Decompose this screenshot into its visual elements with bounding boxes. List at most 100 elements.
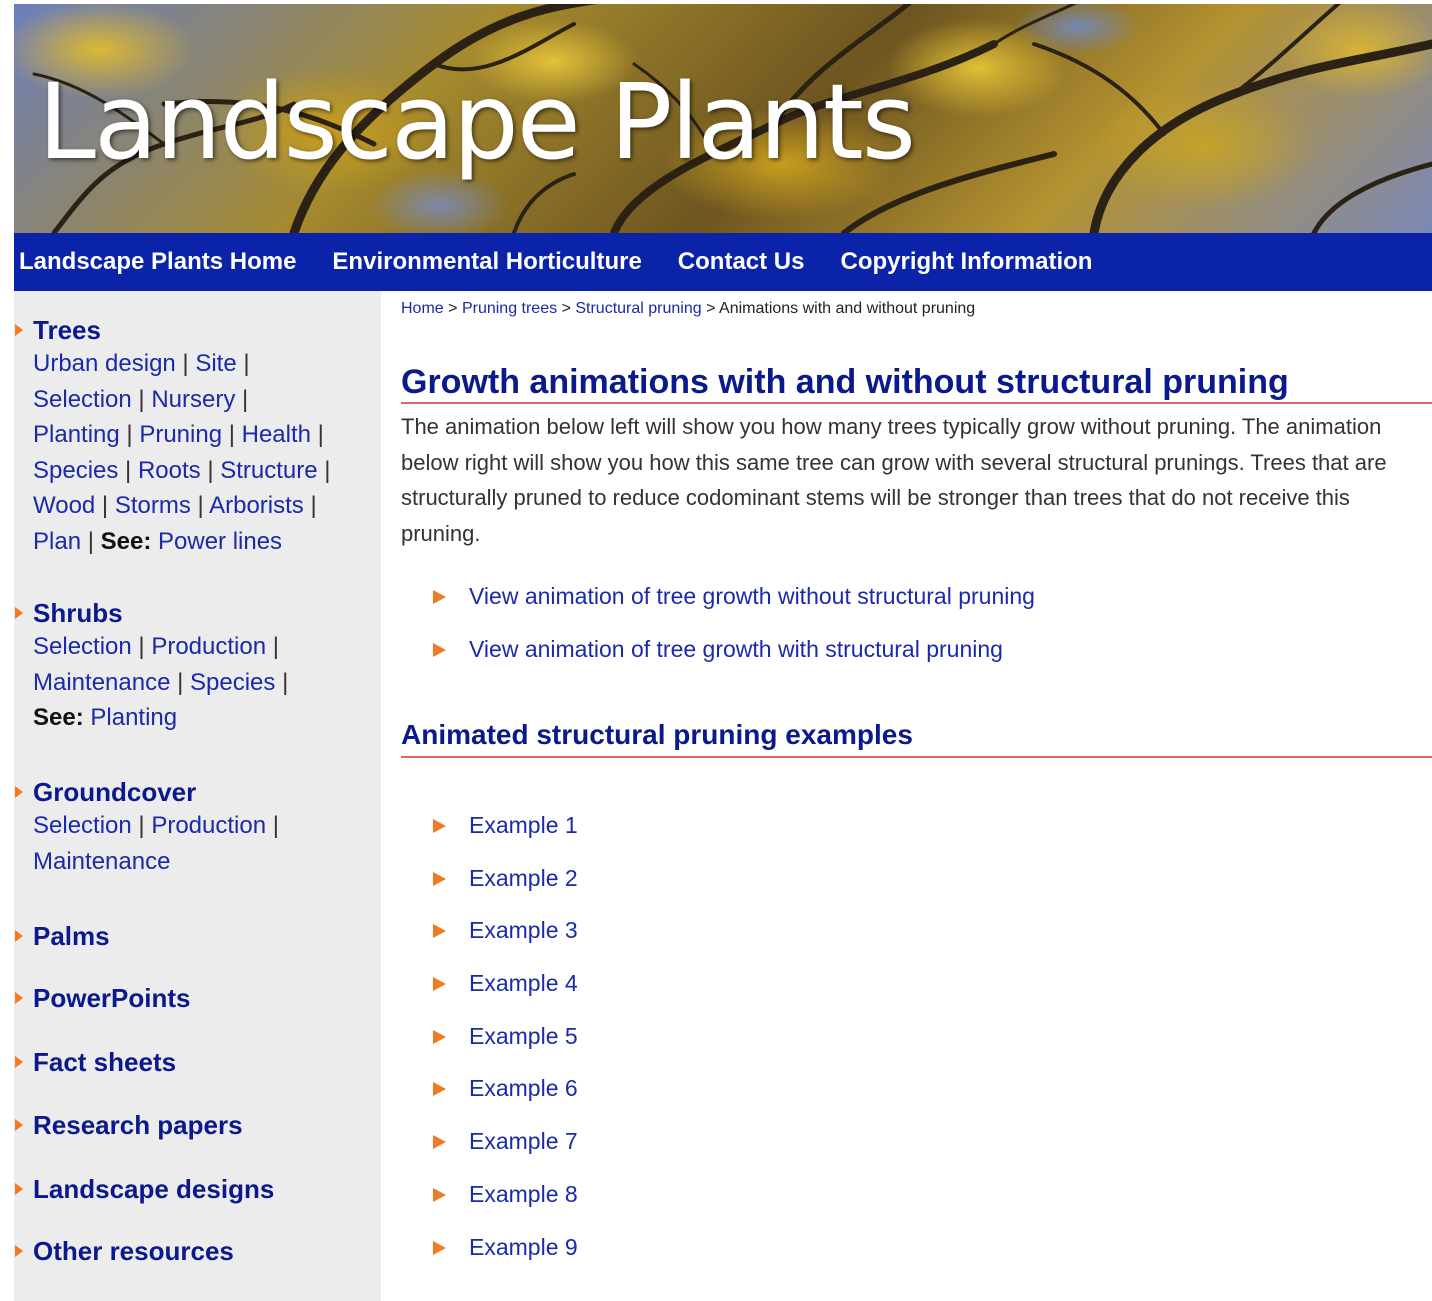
sidebar-link-shrub-planting[interactable]: Planting (90, 704, 177, 731)
list-item: Example 5 (433, 1023, 578, 1076)
breadcrumb: Home > Pruning trees > Structural prunin… (401, 300, 975, 318)
intro-paragraph: The animation below left will show you h… (401, 414, 1387, 546)
bullet-arrow-icon (15, 1056, 23, 1068)
bullet-arrow-icon (433, 1082, 446, 1097)
list-item: Example 9 (433, 1234, 578, 1287)
sidebar-link-storms[interactable]: Storms (115, 492, 191, 519)
sidebar-link-urban-design[interactable]: Urban design (33, 350, 176, 377)
link-animation-with-pruning[interactable]: View animation of tree growth with struc… (469, 636, 1003, 662)
bullet-arrow-icon (15, 930, 23, 942)
sidebar-link-wood[interactable]: Wood (33, 492, 95, 519)
bullet-arrow-icon (15, 992, 23, 1004)
bullet-arrow-icon (15, 1183, 23, 1195)
sidebar-section-trees: Trees Urban design | Site | Selection | … (14, 314, 373, 559)
sidebar-section-palms: Palms (14, 920, 110, 952)
list-item: Example 7 (433, 1128, 578, 1181)
breadcrumb-pruning-trees[interactable]: Pruning trees (462, 300, 557, 317)
sidebar-section-fact-sheets: Fact sheets (14, 1046, 176, 1078)
sidebar-heading-fact-sheets[interactable]: Fact sheets (14, 1046, 176, 1078)
nav-link-copyright-information[interactable]: Copyright Information (840, 248, 1092, 276)
sidebar-link-pruning[interactable]: Pruning (139, 421, 222, 448)
sidebar-link-arborists[interactable]: Arborists (209, 492, 304, 519)
sidebar-heading-other-resources[interactable]: Other resources (14, 1235, 234, 1267)
sidebar-link-shrub-maintenance[interactable]: Maintenance (33, 669, 170, 696)
sidebar-link-plan[interactable]: Plan (33, 528, 81, 555)
link-example-1[interactable]: Example 1 (469, 812, 578, 838)
link-example-2[interactable]: Example 2 (469, 865, 578, 891)
bullet-arrow-icon (15, 324, 23, 336)
sidebar-heading-shrubs[interactable]: Shrubs (14, 597, 373, 629)
see-label: See: (100, 527, 152, 555)
breadcrumb-separator: > (448, 300, 458, 317)
sidebar: Trees Urban design | Site | Selection | … (14, 291, 381, 1301)
sidebar-links-shrubs: Selection | Production | Maintenance | S… (33, 633, 289, 731)
page-title: Growth animations with and without struc… (401, 362, 1432, 404)
sidebar-section-landscape-designs: Landscape designs (14, 1173, 274, 1205)
sidebar-heading-powerpoints[interactable]: PowerPoints (14, 982, 190, 1014)
sidebar-link-groundcover-production[interactable]: Production (151, 812, 266, 839)
breadcrumb-structural-pruning[interactable]: Structural pruning (575, 300, 701, 317)
breadcrumb-current: Animations with and without pruning (719, 300, 976, 317)
sidebar-heading-palms[interactable]: Palms (14, 920, 110, 952)
bullet-arrow-icon (433, 1029, 446, 1044)
bullet-arrow-icon (433, 590, 446, 604)
sidebar-link-site[interactable]: Site (195, 350, 236, 377)
sidebar-link-roots[interactable]: Roots (138, 457, 201, 484)
breadcrumb-separator: > (561, 300, 571, 317)
animation-link-list: View animation of tree growth without st… (433, 583, 1035, 689)
nav-link-landscape-plants-home[interactable]: Landscape Plants Home (19, 248, 296, 276)
sidebar-link-nursery[interactable]: Nursery (151, 386, 235, 413)
sidebar-link-selection[interactable]: Selection (33, 386, 132, 413)
link-example-3[interactable]: Example 3 (469, 917, 578, 943)
list-item: Example 2 (433, 865, 578, 918)
sidebar-heading-groundcover[interactable]: Groundcover (14, 776, 373, 808)
example-link-list: Example 1 Example 2 Example 3 Example 4 … (433, 812, 578, 1286)
list-item: View animation of tree growth with struc… (433, 636, 1035, 689)
sidebar-section-other-resources: Other resources (14, 1235, 234, 1267)
sidebar-link-shrub-production[interactable]: Production (151, 633, 266, 660)
list-item: Example 1 (433, 812, 578, 865)
sidebar-section-powerpoints: PowerPoints (14, 982, 190, 1014)
breadcrumb-home[interactable]: Home (401, 300, 444, 317)
bullet-arrow-icon (433, 1240, 446, 1255)
sidebar-link-shrub-species[interactable]: Species (190, 669, 275, 696)
list-item: Example 3 (433, 917, 578, 970)
sidebar-heading-research-papers[interactable]: Research papers (14, 1109, 243, 1141)
bullet-arrow-icon (15, 1119, 23, 1131)
banner: Landscape Plants (14, 4, 1432, 233)
sidebar-link-groundcover-maintenance[interactable]: Maintenance (33, 848, 170, 875)
sidebar-heading-landscape-designs[interactable]: Landscape designs (14, 1173, 274, 1205)
sidebar-section-research-papers: Research papers (14, 1109, 243, 1141)
link-animation-without-pruning[interactable]: View animation of tree growth without st… (469, 583, 1035, 609)
sidebar-link-groundcover-selection[interactable]: Selection (33, 812, 132, 839)
sidebar-link-species[interactable]: Species (33, 457, 118, 484)
list-item: Example 6 (433, 1075, 578, 1128)
sidebar-link-health[interactable]: Health (242, 421, 311, 448)
sidebar-section-shrubs: Shrubs Selection | Production | Maintena… (14, 597, 373, 736)
link-example-4[interactable]: Example 4 (469, 970, 578, 996)
sidebar-link-shrub-selection[interactable]: Selection (33, 633, 132, 660)
bullet-arrow-icon (433, 924, 446, 939)
list-item: Example 4 (433, 970, 578, 1023)
link-example-8[interactable]: Example 8 (469, 1181, 578, 1207)
link-example-9[interactable]: Example 9 (469, 1234, 578, 1260)
top-navigation: Landscape Plants Home Environmental Hort… (14, 233, 1432, 291)
bullet-arrow-icon (433, 643, 446, 657)
bullet-arrow-icon (15, 607, 23, 619)
link-example-5[interactable]: Example 5 (469, 1023, 578, 1049)
bullet-arrow-icon (15, 786, 23, 798)
nav-link-environmental-horticulture[interactable]: Environmental Horticulture (332, 248, 641, 276)
bullet-arrow-icon (433, 819, 446, 833)
list-item: View animation of tree growth without st… (433, 583, 1035, 636)
see-label: See: (33, 704, 84, 731)
sidebar-link-planting[interactable]: Planting (33, 421, 120, 448)
sidebar-link-structure[interactable]: Structure (220, 457, 317, 484)
sidebar-links-groundcover: Selection | Production | Maintenance (33, 812, 279, 875)
sidebar-link-power-lines[interactable]: Power lines (158, 528, 282, 555)
link-example-7[interactable]: Example 7 (469, 1128, 578, 1154)
bullet-arrow-icon (433, 977, 446, 992)
sidebar-heading-trees[interactable]: Trees (14, 314, 373, 346)
nav-link-contact-us[interactable]: Contact Us (678, 248, 805, 276)
bullet-arrow-icon (15, 1245, 23, 1257)
link-example-6[interactable]: Example 6 (469, 1075, 578, 1101)
